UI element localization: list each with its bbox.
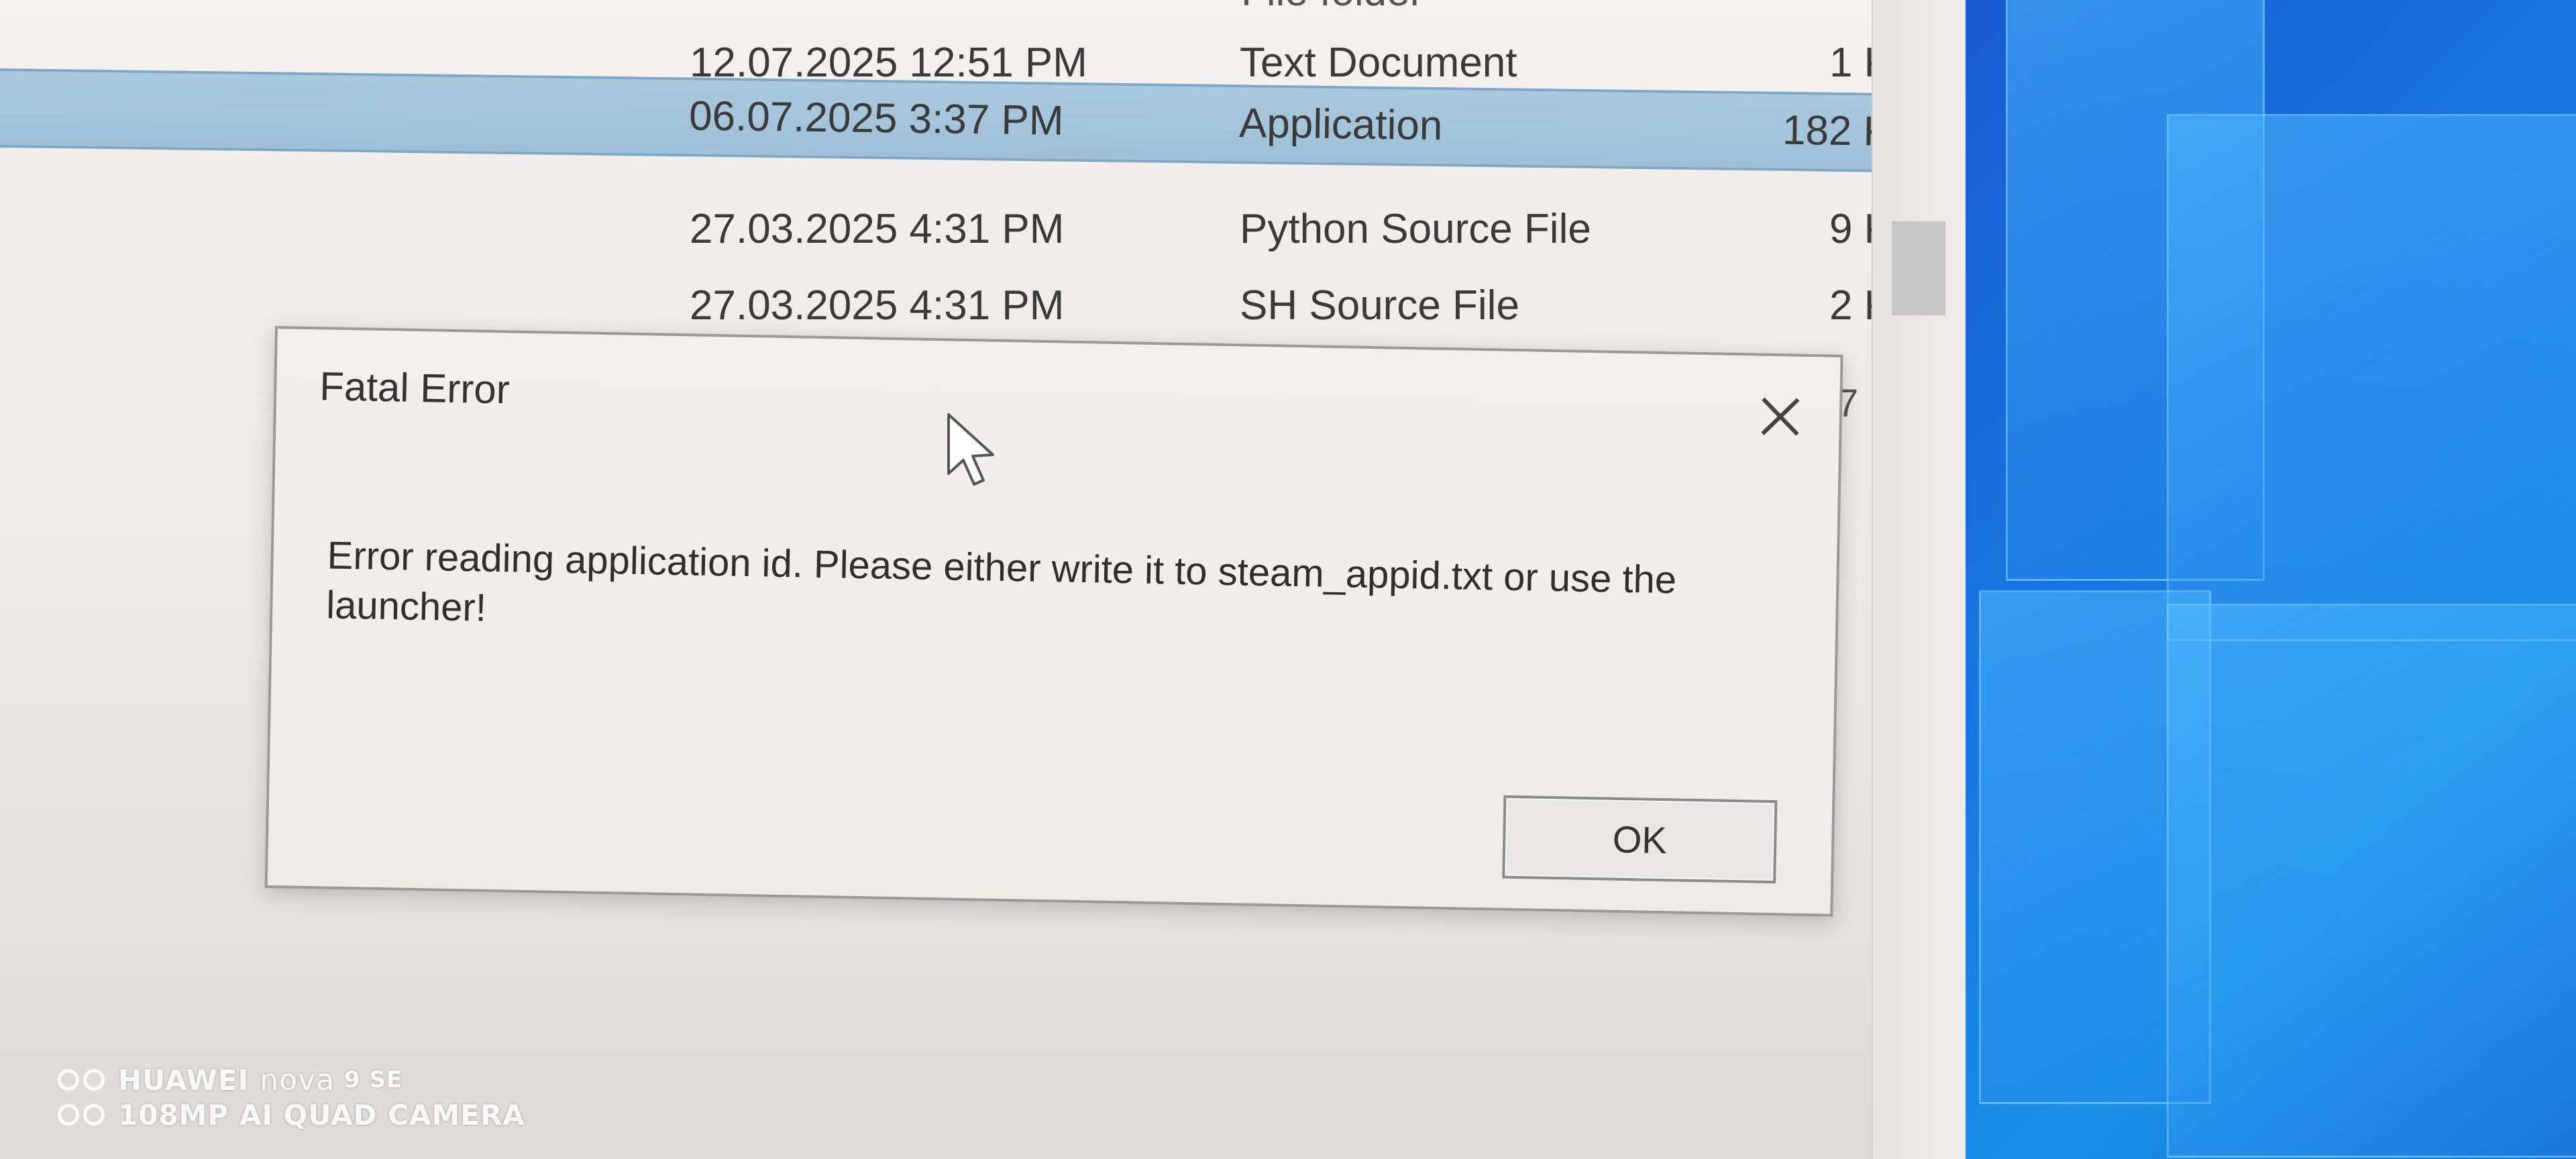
watermark-brand: HUAWEI <box>118 1063 250 1097</box>
watermark-model: nova <box>260 1062 335 1097</box>
partial-row-type: File folder <box>1241 0 1424 15</box>
file-size: 182 K <box>1782 107 1892 155</box>
wallpaper-pane <box>2167 604 2576 1158</box>
dialog-title: Fatal Error <box>319 364 511 412</box>
file-type: Python Source File <box>1240 206 1591 252</box>
file-row[interactable]: 27.03.2025 4:31 PM Python Source File 9 … <box>0 193 1892 267</box>
fatal-error-dialog: Fatal Error Error reading application id… <box>264 326 1843 917</box>
file-date: 27.03.2025 4:31 PM <box>690 282 1065 329</box>
file-type: Application <box>1238 100 1443 150</box>
file-type: SH Source File <box>1240 282 1519 329</box>
file-size: 1 K <box>1829 40 1892 86</box>
scrollbar-thumb[interactable] <box>1892 221 1945 315</box>
file-date: 06.07.2025 3:37 PM <box>688 93 1065 144</box>
wallpaper-pane <box>2167 114 2576 641</box>
arrow-cursor-icon <box>947 413 994 486</box>
desktop-wallpaper <box>1966 0 2576 1159</box>
camera-lens-icon <box>58 1104 105 1125</box>
file-type: Text Document <box>1240 40 1517 86</box>
watermark-camera: 108MP AI QUAD CAMERA <box>118 1098 525 1132</box>
file-size: 9 K <box>1829 206 1892 252</box>
watermark-model-suffix: 9 SE <box>344 1066 403 1093</box>
close-icon[interactable] <box>1746 382 1815 451</box>
camera-watermark: HUAWEI nova 9 SE 108MP AI QUAD CAMERA <box>58 1062 525 1132</box>
ok-button[interactable]: OK <box>1502 795 1778 884</box>
error-message: Error reading application id. Please eit… <box>325 533 1677 630</box>
vertical-scrollbar[interactable] <box>1872 0 1967 1159</box>
file-date: 27.03.2025 4:31 PM <box>690 206 1065 252</box>
camera-lens-icon <box>58 1069 105 1091</box>
file-size: 2 K <box>1829 282 1892 329</box>
